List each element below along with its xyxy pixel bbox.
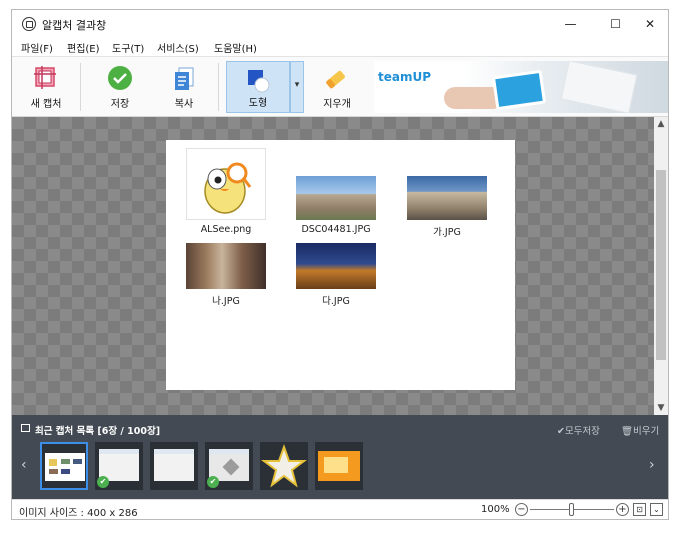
menu-help[interactable]: 도움말(H) — [214, 40, 257, 55]
banner-tablet-illustration — [491, 69, 547, 111]
alcapture-app-icon — [22, 17, 36, 31]
recent-thumbnail[interactable] — [150, 442, 198, 490]
preview-block — [222, 458, 240, 476]
explorer-preview — [45, 453, 85, 481]
view-dropdown-button[interactable]: ⌄ — [650, 503, 663, 516]
toolbar-divider — [80, 63, 81, 111]
save-button[interactable]: 저장 — [93, 61, 147, 113]
photo-shop-thumbnail — [186, 243, 266, 289]
check-circle-icon — [108, 66, 132, 90]
status-bar: 이미지 사이즈 : 400 x 286 100% − + ⊡ ⌄ — [12, 499, 668, 519]
chevron-left-icon[interactable]: ‹ — [21, 457, 27, 473]
photo-night-thumbnail — [296, 243, 376, 289]
zoom-slider-thumb[interactable] — [569, 503, 574, 516]
file-name: ALSee.png — [200, 224, 252, 235]
new-capture-button[interactable]: 새 캡처 — [18, 61, 74, 113]
zoom-in-button[interactable]: + — [616, 503, 629, 516]
orange-preview — [318, 451, 360, 481]
star-graphic-icon — [261, 444, 307, 488]
shape-dropdown-button[interactable]: ▾ — [290, 61, 304, 113]
alsee-mascot-thumbnail — [186, 148, 266, 220]
menu-services[interactable]: 서비스(S) — [157, 40, 199, 55]
alsee-mascot-icon — [204, 162, 252, 214]
recent-thumbnail[interactable] — [260, 442, 308, 490]
menu-edit[interactable]: 편집(E) — [67, 40, 100, 55]
window-title: 알캡처 결과창 — [42, 19, 107, 32]
save-label: 저장 — [110, 99, 130, 110]
scroll-thumb[interactable] — [656, 170, 666, 360]
file-name: 가.JPG — [433, 227, 461, 238]
recent-thumbnail[interactable] — [315, 442, 363, 490]
file-name: 나.JPG — [212, 296, 240, 307]
file-item: 가.JPG — [397, 176, 497, 238]
clear-all-button[interactable]: 🗑비우기 — [621, 423, 659, 437]
result-window: 알캡처 결과창 — ☐ ✕ 파일(F) 편집(E) 도구(T) 서비스(S) 도… — [11, 9, 669, 520]
save-all-button[interactable]: ✔모두저장 — [557, 423, 600, 437]
zoom-out-button[interactable]: − — [515, 503, 528, 516]
recent-captures-panel: 최근 캡처 목록 [6장 / 100장] ✔모두저장 🗑비우기 ‹ › ✔ ✔ — [12, 415, 668, 499]
image-size-label: 이미지 사이즈 : 400 x 286 — [19, 508, 138, 519]
preview-block — [49, 459, 57, 466]
copy-document-icon — [175, 67, 194, 90]
teamup-logo: teamUP — [378, 70, 432, 84]
file-item: DSC04481.JPG — [286, 176, 386, 235]
chevron-down-icon: ▾ — [294, 80, 300, 90]
new-capture-label: 새 캡처 — [30, 99, 62, 110]
preview-block — [324, 457, 348, 473]
teamup-banner[interactable]: teamUP — [374, 61, 668, 113]
preview-block — [49, 469, 58, 474]
menu-bar: 파일(F) 편집(E) 도구(T) 서비스(S) 도움말(H) — [12, 38, 668, 56]
chevron-right-icon[interactable]: › — [649, 457, 655, 473]
explorer-preview — [154, 449, 194, 481]
image-canvas[interactable]: ALSee.png DSC04481.JPG 가.JPG 나.JPG 다.JPG — [12, 117, 654, 415]
preview-block — [73, 459, 82, 464]
file-item: 나.JPG — [176, 243, 276, 307]
captured-image: ALSee.png DSC04481.JPG 가.JPG 나.JPG 다.JPG — [166, 140, 515, 390]
shape-button[interactable]: 도형 — [226, 61, 290, 113]
saved-check-icon: ✔ — [97, 476, 109, 488]
new-capture-icon — [34, 66, 56, 89]
recent-thumbnail[interactable]: ✔ — [205, 442, 253, 490]
shape-icon — [248, 70, 270, 93]
photo-palace-thumbnail — [407, 176, 487, 220]
banner-paper-illustration — [560, 61, 638, 113]
recent-thumbnail[interactable]: ✔ — [95, 442, 143, 490]
close-button[interactable]: ✕ — [632, 10, 668, 38]
saved-check-icon: ✔ — [207, 476, 219, 488]
copy-button[interactable]: 복사 — [157, 61, 211, 113]
file-name: DSC04481.JPG — [301, 224, 371, 235]
scroll-up-arrow[interactable]: ▲ — [654, 117, 668, 131]
eraser-icon — [326, 70, 345, 89]
window-icon — [21, 424, 30, 432]
vertical-scrollbar[interactable]: ▲ ▼ — [654, 117, 668, 415]
copy-label: 복사 — [174, 99, 194, 110]
eraser-label: 지우개 — [323, 99, 351, 110]
scroll-down-arrow[interactable]: ▼ — [654, 401, 668, 415]
eraser-button[interactable]: 지우개 — [310, 61, 364, 113]
preview-block — [61, 469, 70, 474]
menu-file[interactable]: 파일(F) — [21, 40, 53, 55]
fit-to-window-button[interactable]: ⊡ — [633, 503, 646, 516]
toolbar-divider — [218, 63, 219, 111]
menu-tools[interactable]: 도구(T) — [112, 40, 144, 55]
minimize-button[interactable]: — — [548, 10, 593, 38]
toolbar: 새 캡처 저장 복사 도형 ▾ 지우개 teamUP — [12, 56, 668, 117]
shape-label: 도형 — [248, 98, 268, 109]
file-item: 다.JPG — [286, 243, 386, 307]
preview-block — [61, 459, 70, 464]
file-name: 다.JPG — [322, 296, 350, 307]
recent-captures-title: 최근 캡처 목록 [6장 / 100장] — [35, 426, 161, 437]
zoom-level-label: 100% — [481, 504, 510, 515]
file-item: ALSee.png — [176, 148, 276, 235]
photo-building-thumbnail — [296, 176, 376, 220]
recent-thumbnail[interactable] — [40, 442, 88, 490]
title-bar: 알캡처 결과창 — ☐ ✕ — [12, 10, 668, 38]
